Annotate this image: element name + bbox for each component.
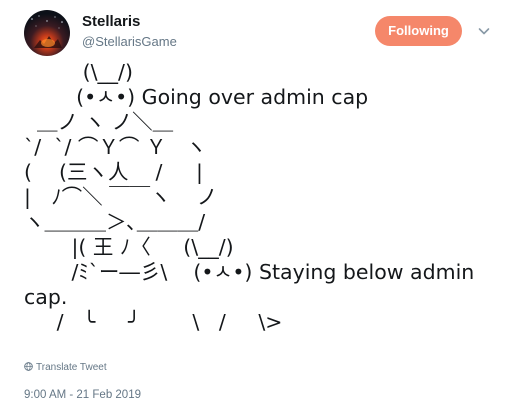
author-handle[interactable]: @StellarisGame — [82, 34, 177, 49]
tweet-card: Stellaris @StellarisGame Following (\__/… — [0, 0, 512, 409]
translate-tweet-label: Translate Tweet — [36, 362, 107, 373]
translate-tweet-link[interactable]: Translate Tweet — [24, 362, 107, 373]
author-name[interactable]: Stellaris — [82, 13, 140, 30]
tweet-timestamp[interactable]: 9:00 AM - 21 Feb 2019 — [24, 389, 141, 401]
tweet-text: (\__/) (•ㅅ•) Going over admin cap ＿ノ ヽ ノ… — [24, 60, 475, 334]
chevron-down-icon[interactable] — [477, 24, 491, 38]
globe-icon — [24, 362, 33, 371]
avatar[interactable] — [24, 10, 70, 56]
following-button[interactable]: Following — [375, 16, 462, 46]
avatar-image — [31, 15, 63, 48]
